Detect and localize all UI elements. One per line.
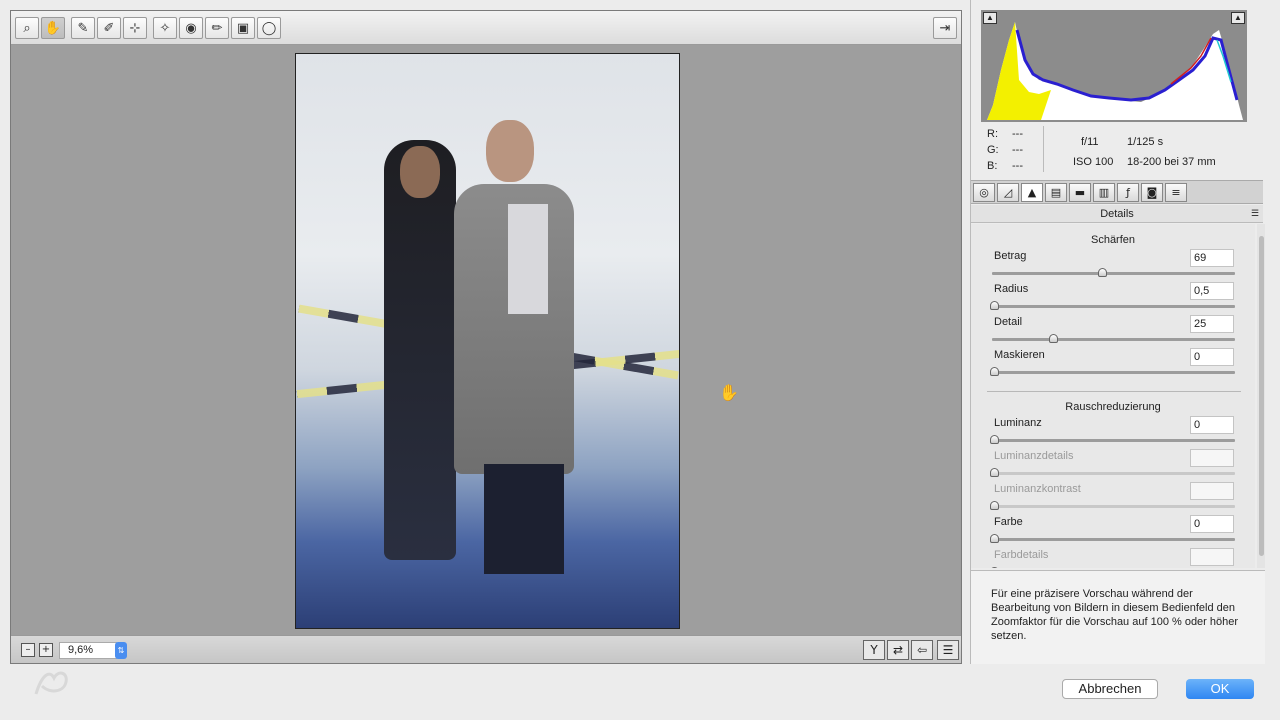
aperture: f/11 [1081,136,1099,148]
maskieren-value-field[interactable]: 0 [1190,348,1234,366]
maskieren-label: Maskieren [994,349,1045,361]
radius-slider-thumb[interactable] [990,301,999,310]
zoom-in-button[interactable]: + [39,643,53,657]
r-value: --- [1012,128,1023,140]
b-value: --- [1012,160,1023,172]
eyedropper-icon[interactable]: ✎ [71,17,95,39]
luminanzdetails-slider [990,468,1235,477]
radius-slider[interactable] [990,301,1235,310]
lens: 18-200 bei 37 mm [1127,156,1216,168]
panel-title: Details [971,205,1263,223]
tab-detail-icon[interactable]: ▲ [1021,183,1043,202]
luminanzdetails-value-field[interactable] [1190,449,1234,467]
tab-hsl-icon[interactable]: ▤ [1045,183,1067,202]
iso: ISO 100 [1073,156,1114,168]
luminanzkontrast-value-field[interactable] [1190,482,1234,500]
shadow-clipping-icon[interactable]: ▲ [983,12,997,24]
farbdetails-value-field[interactable] [1190,548,1234,566]
r-label: R: [987,128,998,140]
details-panel: Schärfen Rauschreduzierung Betrag 69 Radiu… [971,224,1255,568]
farbe-slider-thumb[interactable] [990,534,999,543]
panel-menu-icon[interactable]: ☰ [1251,208,1259,219]
zoom-dropdown-icon[interactable]: ⇅ [115,642,127,659]
image-info: R: --- G: --- B: --- f/11 1/125 s ISO 10… [981,124,1257,176]
g-value: --- [1012,144,1023,156]
view-settings-icon[interactable]: ☰ [937,640,959,660]
before-after-icon[interactable]: Y [863,640,885,660]
luminanz-slider[interactable] [990,435,1235,444]
luminanzdetails-label: Luminanzdetails [994,450,1074,462]
status-bar: – + 9,6% ⇅ Y ⇄ ⇦ ☰ [11,635,961,663]
eye-icon[interactable]: ◉ [179,17,203,39]
g-label: G: [987,144,999,156]
luminanz-value-field[interactable]: 0 [1190,416,1234,434]
b-label: B: [987,160,998,172]
zoom-level-field[interactable]: 9,6% [59,642,117,659]
magnifier-icon[interactable]: ⌕ [15,17,39,39]
maskieren-slider-thumb[interactable] [990,367,999,376]
farbe-label: Farbe [994,516,1023,528]
betrag-value-field[interactable]: 69 [1190,249,1234,267]
farbe-value-field[interactable]: 0 [1190,515,1234,533]
radial-filter-icon[interactable]: ◯ [257,17,281,39]
betrag-label: Betrag [994,250,1027,262]
preview-window: ⌕ ✋ ✎ ✐ ⊹ ✧ ◉ ✏ ▣ ◯ ⇥ ✋ – + 9,6% ⇅ Y ⇄ ⇦ ☰ [10,10,962,664]
betrag-slider[interactable] [992,268,1235,277]
shutter-speed: 1/125 s [1127,136,1164,148]
preview-hint: Für eine präzisere Vorschau während der … [971,570,1265,664]
betrag-slider-thumb[interactable] [1097,268,1107,277]
spot-removal-icon[interactable]: ✧ [153,17,177,39]
detail-slider-thumb[interactable] [1048,334,1058,343]
histogram: ▲ ▲ [981,10,1247,122]
luminanzkontrast-label: Luminanzkontrast [994,483,1081,495]
zoom-out-button[interactable]: – [21,643,35,657]
section-divider [987,391,1241,392]
brush-icon[interactable]: ✏ [205,17,229,39]
luminanzkontrast-slider [990,501,1235,510]
radius-value-field[interactable]: 0,5 [1190,282,1234,300]
radius-label: Radius [994,283,1029,295]
export-icon[interactable]: ⇥ [933,17,957,39]
cancel-button[interactable]: Abbrechen [1062,679,1158,699]
tab-presets-icon[interactable]: ≡ [1165,183,1187,202]
noise-reduction-heading: Rauschreduzierung [1065,401,1161,413]
panel-tabs: ◎ ◿ ▲ ▤ ▬ ▥ ƒ ◙ ≡ [971,180,1263,204]
adjustment-panel: ▲ ▲ R: --- G: --- B: --- f/11 1/125 s IS… [970,0,1280,664]
farbe-slider[interactable] [990,534,1235,543]
maskieren-slider[interactable] [990,367,1235,376]
ok-button[interactable]: OK [1186,679,1254,699]
swap-settings-icon[interactable]: ⇄ [887,640,909,660]
highlight-clipping-icon[interactable]: ▲ [1231,12,1245,24]
preview-image[interactable] [295,53,680,629]
hand-icon[interactable]: ✋ [41,17,65,39]
luminanz-label: Luminanz [994,417,1042,429]
luminanzkontrast-slider-thumb [990,501,999,510]
hand-cursor-icon: ✋ [719,383,739,402]
app-logo-icon [28,664,78,700]
farbdetails-slider-thumb [990,567,999,568]
panel-scroll-thumb[interactable] [1259,236,1264,556]
graduated-filter-icon[interactable]: ▣ [231,17,255,39]
tab-effects-icon[interactable]: ƒ [1117,183,1139,202]
detail-value-field[interactable]: 25 [1190,315,1234,333]
tab-split-toning-icon[interactable]: ▬ [1069,183,1091,202]
info-divider [1043,126,1044,172]
tab-camera-calibration-icon[interactable]: ◙ [1141,183,1163,202]
copy-settings-icon[interactable]: ⇦ [911,640,933,660]
toolbar: ⌕ ✋ ✎ ✐ ⊹ ✧ ◉ ✏ ▣ ◯ ⇥ [11,11,961,45]
sharpen-heading: Schärfen [1090,234,1136,246]
eyedropper-plus-icon[interactable]: ✐ [97,17,121,39]
detail-slider[interactable] [992,334,1235,343]
tab-basic-icon[interactable]: ◎ [973,183,995,202]
tab-lens-corrections-icon[interactable]: ▥ [1093,183,1115,202]
luminanzdetails-slider-thumb [990,468,999,477]
target-adjust-icon[interactable]: ⊹ [123,17,147,39]
tab-tone-curve-icon[interactable]: ◿ [997,183,1019,202]
farbdetails-label: Farbdetails [994,549,1049,561]
detail-label: Detail [994,316,1023,328]
luminanz-slider-thumb[interactable] [990,435,999,444]
